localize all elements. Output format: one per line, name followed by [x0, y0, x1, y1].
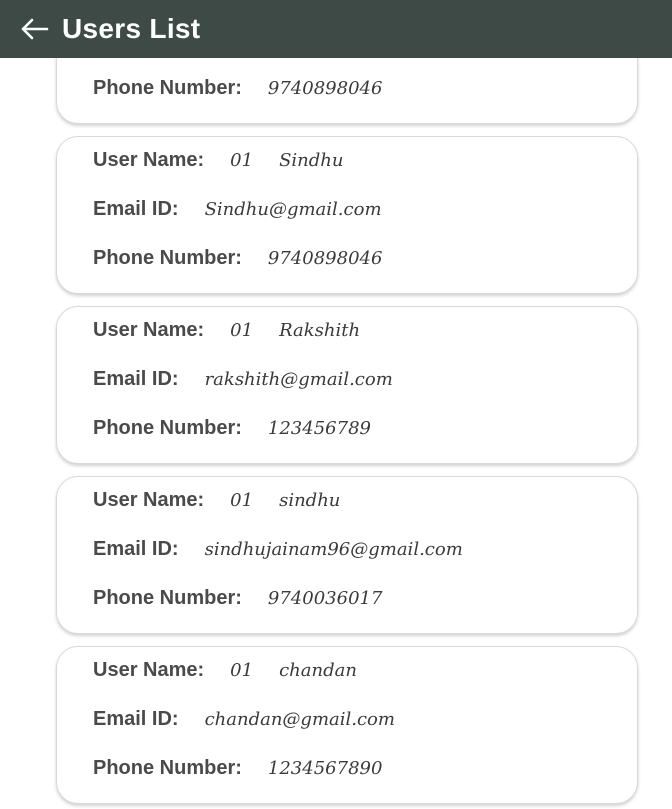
email-row: Email ID: chandan@gmail.com	[93, 708, 395, 738]
user-name-row: User Name: 01 chandan	[93, 659, 357, 689]
page-title: Users List	[62, 13, 201, 44]
email-value: Sindhu@gmail.com	[204, 199, 382, 220]
user-name-label: User Name:	[93, 659, 205, 681]
phone-row: Phone Number: 9740898046	[93, 247, 382, 277]
phone-label: Phone Number:	[93, 77, 242, 99]
email-value: sindhujainam96@gmail.com	[204, 539, 463, 560]
phone-label: Phone Number:	[93, 587, 242, 609]
user-name-label: User Name:	[93, 489, 205, 511]
user-id-value: 01	[230, 490, 254, 511]
email-value: chandan@gmail.com	[204, 709, 395, 730]
user-name-value: Sindhu	[279, 150, 344, 171]
arrow-left-icon	[21, 18, 49, 40]
user-name-row: User Name: 01 Rakshith	[93, 319, 360, 349]
phone-value: 9740898046	[267, 78, 383, 99]
user-name-label: User Name:	[93, 319, 205, 341]
user-id-value: 01	[230, 320, 254, 341]
phone-label: Phone Number:	[93, 757, 242, 779]
user-card[interactable]: User Name: Email ID: Phone Number: 97408…	[56, 58, 638, 124]
user-id-value: 01	[230, 660, 254, 681]
phone-row: Phone Number: 9740036017	[93, 587, 382, 617]
back-button[interactable]	[14, 9, 54, 49]
email-label: Email ID:	[93, 198, 179, 220]
users-list-scroll-area[interactable]: User Name: Email ID: Phone Number: 97408…	[0, 58, 672, 809]
phone-row: Phone Number: 123456789	[93, 417, 371, 447]
user-id-value: 01	[230, 150, 254, 171]
user-card[interactable]: User Name: 01 sindhu Email ID: sindhujai…	[56, 476, 638, 634]
email-label: Email ID:	[93, 538, 179, 560]
email-row: Email ID: Sindhu@gmail.com	[93, 198, 382, 228]
phone-value: 9740036017	[267, 588, 383, 609]
user-card[interactable]: User Name: 01 chandan Email ID: chandan@…	[56, 646, 638, 804]
email-row: Email ID: sindhujainam96@gmail.com	[93, 538, 463, 568]
phone-label: Phone Number:	[93, 417, 242, 439]
phone-row: Phone Number: 9740898046	[93, 77, 382, 107]
phone-label: Phone Number:	[93, 247, 242, 269]
phone-value: 123456789	[267, 418, 371, 439]
email-value: rakshith@gmail.com	[204, 369, 393, 390]
user-name-value: chandan	[279, 660, 357, 681]
app-bar: Users List	[0, 0, 672, 58]
email-row: Email ID: rakshith@gmail.com	[93, 368, 393, 398]
user-name-label: User Name:	[93, 149, 205, 171]
users-list: User Name: Email ID: Phone Number: 97408…	[56, 58, 638, 809]
phone-value: 9740898046	[267, 248, 383, 269]
user-name-row: User Name: 01 Sindhu	[93, 149, 343, 179]
user-name-value: Rakshith	[279, 320, 361, 341]
user-card[interactable]: User Name: 01 Sindhu Email ID: Sindhu@gm…	[56, 136, 638, 294]
phone-row: Phone Number: 1234567890	[93, 757, 382, 787]
email-label: Email ID:	[93, 368, 179, 390]
phone-value: 1234567890	[267, 758, 383, 779]
user-name-row: User Name: 01 sindhu	[93, 489, 340, 519]
email-label: Email ID:	[93, 708, 179, 730]
user-name-value: sindhu	[279, 490, 341, 511]
user-card[interactable]: User Name: 01 Rakshith Email ID: rakshit…	[56, 306, 638, 464]
